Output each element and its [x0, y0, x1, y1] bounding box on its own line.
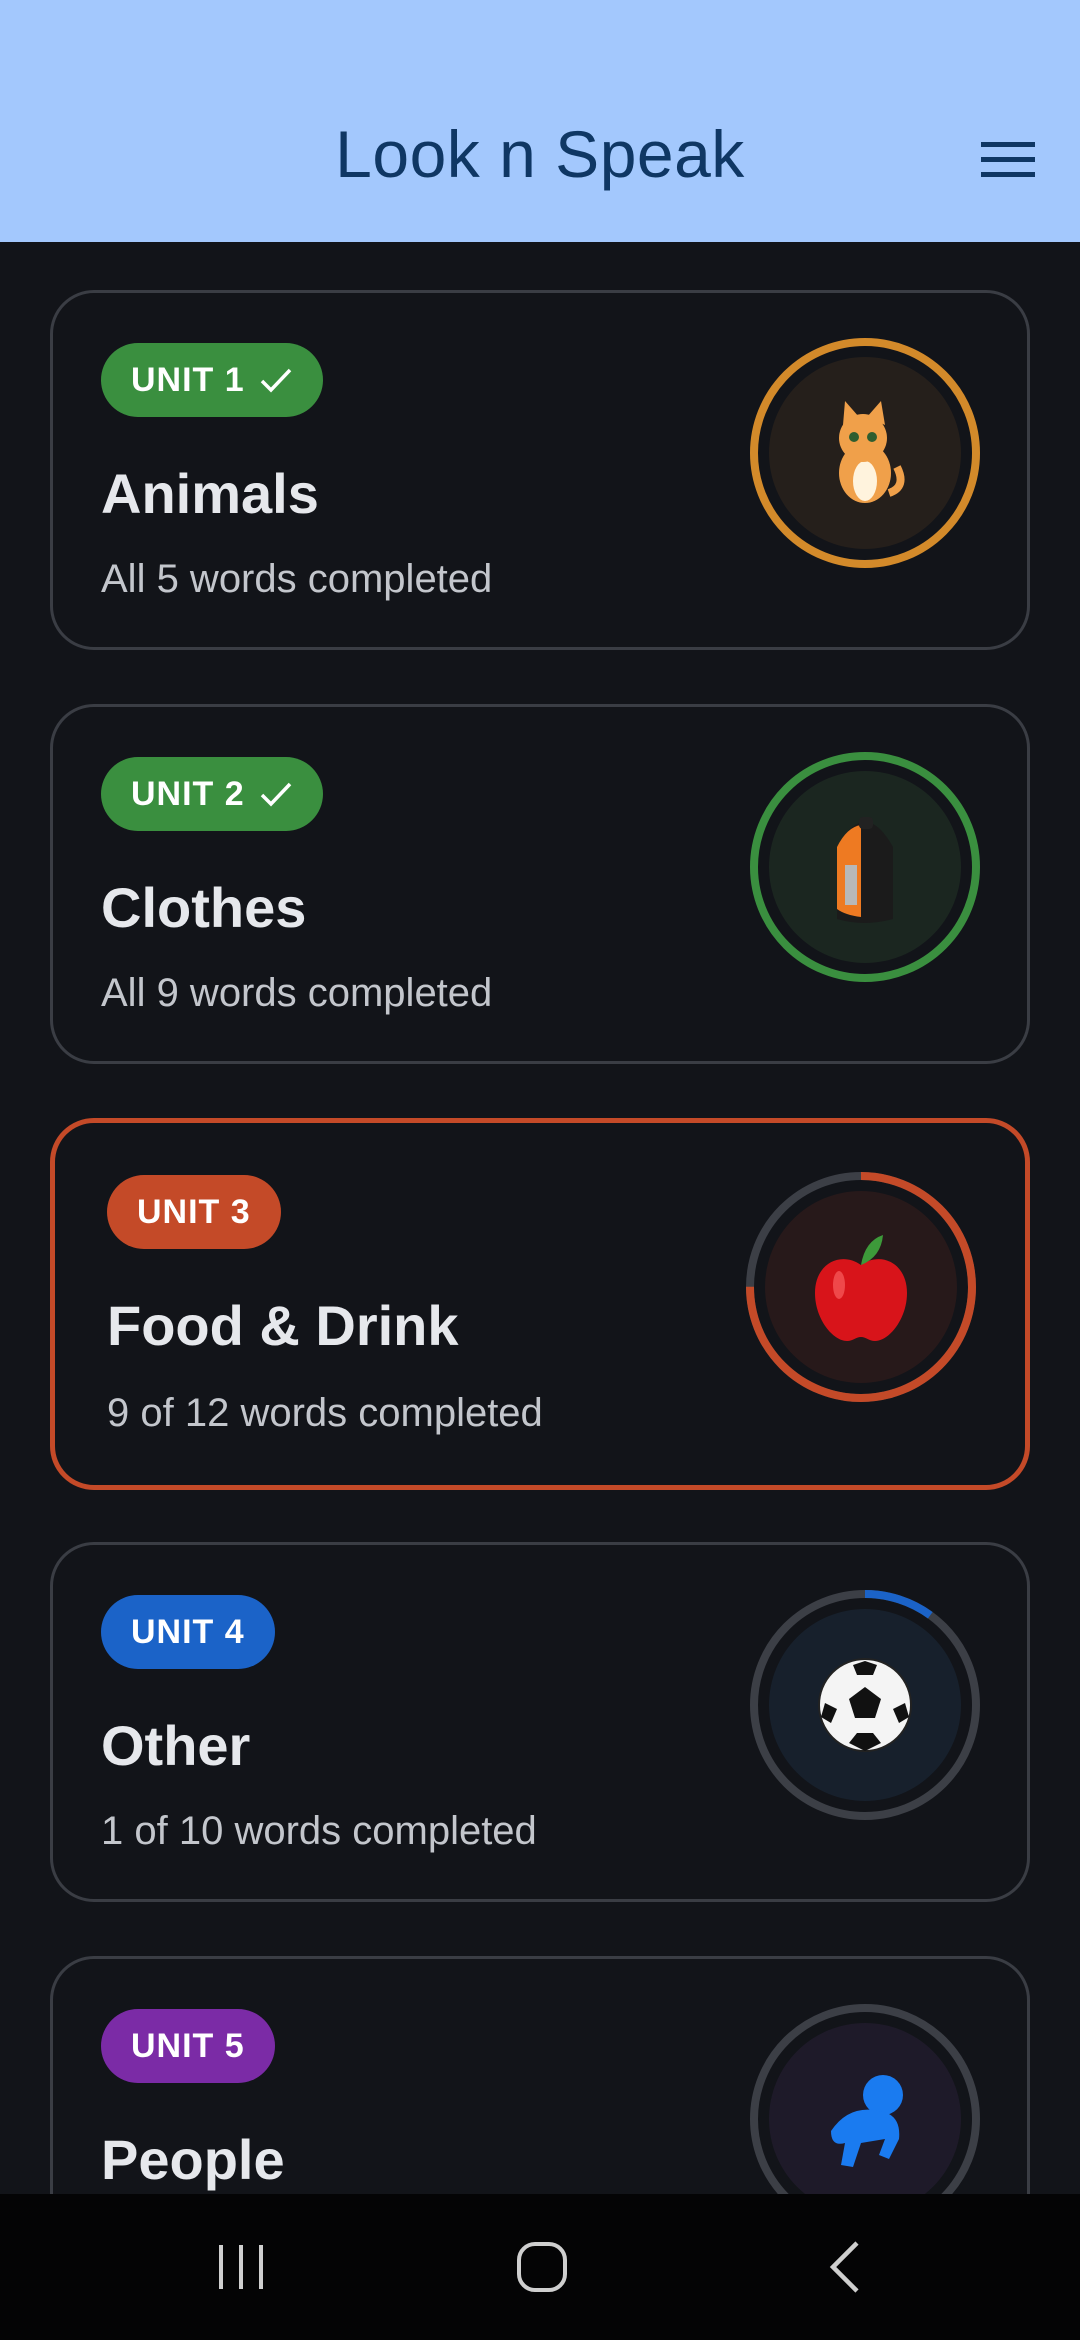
unit-card-clothes[interactable]: UNIT 2 Clothes All 9 words completed — [50, 704, 1030, 1064]
unit-title: People — [101, 2128, 285, 2191]
soccer-ball-icon — [818, 1658, 912, 1752]
unit-badge: UNIT 2 — [101, 757, 323, 831]
progress-ring — [746, 1172, 976, 1402]
unit-badge: UNIT 1 — [101, 343, 323, 417]
unit-progress-text: All 5 words completed — [101, 557, 493, 601]
progress-ring — [750, 338, 980, 568]
unit-card-food-drink[interactable]: UNIT 3 Food & Drink 9 of 12 words comple… — [50, 1118, 1030, 1490]
unit-card-people[interactable]: UNIT 5 People — [50, 1956, 1030, 2194]
unit-title: Clothes — [101, 876, 307, 939]
back-icon — [829, 2241, 859, 2293]
unit-badge-label: UNIT 2 — [131, 774, 245, 813]
progress-ring — [750, 752, 980, 982]
unit-badge-label: UNIT 5 — [131, 2026, 245, 2065]
system-nav-bar — [0, 2194, 1080, 2340]
unit-title: Other — [101, 1714, 251, 1777]
app-title: Look n Speak — [335, 117, 745, 191]
progress-ring — [750, 2004, 980, 2194]
unit-progress-text: 1 of 10 words completed — [101, 1809, 537, 1853]
unit-badge-label: UNIT 3 — [137, 1192, 251, 1231]
menu-button[interactable] — [970, 130, 1046, 190]
recent-apps-button[interactable] — [196, 2232, 286, 2302]
back-button[interactable] — [800, 2232, 890, 2302]
progress-ring — [750, 1590, 980, 1820]
unit-title: Animals — [101, 462, 319, 525]
unit-title: Food & Drink — [107, 1294, 459, 1357]
check-icon — [260, 368, 291, 393]
app-bar: Look n Speak — [0, 0, 1080, 242]
hamburger-menu-icon — [981, 142, 1035, 177]
recent-apps-icon — [219, 2245, 263, 2289]
unit-badge-label: UNIT 1 — [131, 360, 245, 399]
unit-card-animals[interactable]: UNIT 1 Animals All 5 words completed — [50, 290, 1030, 650]
home-button[interactable] — [497, 2232, 587, 2302]
unit-badge: UNIT 3 — [107, 1175, 281, 1249]
home-icon — [517, 2242, 567, 2292]
unit-progress-text: 9 of 12 words completed — [107, 1391, 543, 1435]
unit-progress-text: All 9 words completed — [101, 971, 493, 1015]
unit-list[interactable]: UNIT 1 Animals All 5 words completed UNI… — [0, 242, 1080, 2194]
unit-badge: UNIT 5 — [101, 2009, 275, 2083]
unit-card-other[interactable]: UNIT 4 Other 1 of 10 words completed — [50, 1542, 1030, 1902]
unit-badge: UNIT 4 — [101, 1595, 275, 1669]
unit-badge-label: UNIT 4 — [131, 1612, 245, 1651]
check-icon — [260, 782, 291, 807]
